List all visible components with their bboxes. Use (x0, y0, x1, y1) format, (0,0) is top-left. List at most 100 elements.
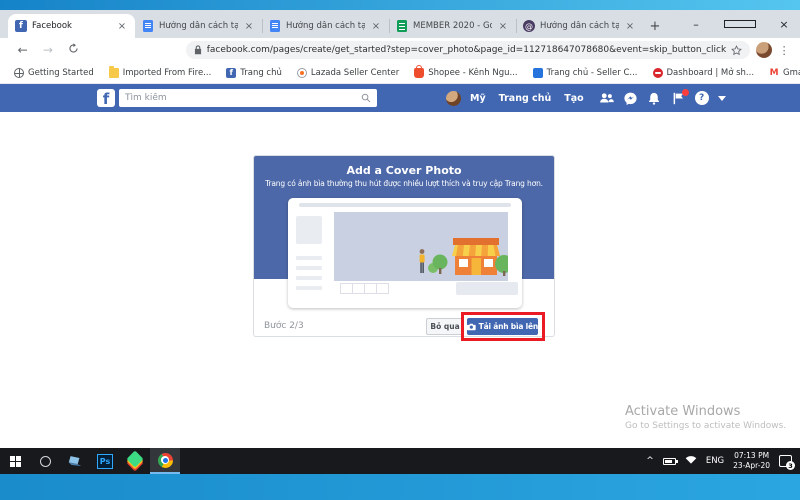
tab-label: Hướng dẫn cách tạo fanpage (286, 21, 365, 31)
tab-label: Facebook (32, 21, 111, 31)
page-preview-illustration (288, 198, 522, 308)
chrome-taskbar-icon[interactable] (150, 448, 180, 474)
dashboard-icon (653, 68, 663, 78)
bookmark-gmail[interactable]: M Gmail (769, 68, 800, 78)
bookmark-seller-center[interactable]: Trang chủ - Seller C... (533, 68, 638, 78)
profile-avatar[interactable] (446, 91, 461, 106)
cortana-icon[interactable] (30, 448, 60, 474)
add-cover-photo-dialog: Add a Cover Photo Trang có ảnh bìa thườn… (253, 155, 555, 337)
facebook-search[interactable] (119, 89, 377, 107)
tab-close-icon[interactable]: × (243, 21, 255, 32)
tab-close-icon[interactable]: × (497, 21, 509, 32)
mock-profile-placeholder (296, 216, 322, 244)
profile-name-link[interactable]: Mỹ (470, 93, 486, 104)
browser-tab-strip: f Facebook × Hướng dẫn cách tạo fanpage … (0, 10, 800, 38)
back-button[interactable]: ← (10, 43, 35, 57)
bookmark-shopee[interactable]: Shopee - Kênh Ngu... (414, 68, 517, 78)
wifi-icon[interactable] (685, 455, 697, 467)
tab-fanpage-guide-1[interactable]: Hướng dẫn cách tạo fanpage × (135, 14, 262, 38)
tab-close-icon[interactable]: × (116, 21, 128, 32)
maximize-button[interactable] (724, 20, 756, 28)
start-button[interactable] (0, 448, 30, 474)
dialog-title: Add a Cover Photo (254, 164, 554, 177)
clock-time: 07:13 PM (733, 451, 770, 461)
bookmark-dashboard[interactable]: Dashboard | Mở sh... (653, 68, 755, 78)
tab-close-icon[interactable]: × (624, 21, 636, 32)
minimize-button[interactable]: – (680, 18, 712, 31)
mock-tabs-placeholder (341, 283, 389, 294)
mock-button-placeholder (456, 282, 518, 295)
search-input[interactable] (125, 93, 361, 103)
tab-member-sheet[interactable]: MEMBER 2020 - Google Trang × (389, 14, 516, 38)
close-window-button[interactable]: × (768, 18, 800, 31)
dialog-subtitle: Trang có ảnh bìa thường thu hút được nhi… (254, 179, 554, 188)
mock-text-line (296, 266, 322, 270)
battery-icon[interactable] (663, 458, 676, 465)
photoshop-icon[interactable]: Ps (90, 448, 120, 474)
bookmark-imported[interactable]: Imported From Fire... (109, 68, 212, 78)
mock-topbar (299, 203, 511, 207)
bookmark-facebook-home[interactable]: f Trang chủ (226, 68, 282, 78)
tab-close-icon[interactable]: × (370, 21, 382, 32)
help-icon[interactable]: ? (695, 91, 709, 105)
bookmarks-bar: Getting Started Imported From Fire... f … (0, 62, 800, 84)
browser-menu-icon[interactable]: ⋮ (778, 44, 790, 57)
google-sheet-icon (396, 20, 408, 32)
browser-toolbar: ← → facebook.com/pages/create/get_starte… (0, 38, 800, 62)
mock-cover-area (334, 212, 508, 281)
create-link[interactable]: Tạo (564, 93, 583, 104)
tab-fanpage-guide-2[interactable]: Hướng dẫn cách tạo fanpage × (262, 14, 389, 38)
tab-label: Hướng dẫn cách tạo fanpage (159, 21, 238, 31)
account-caret-icon[interactable] (718, 96, 726, 101)
bluestacks-icon[interactable] (120, 448, 150, 474)
language-indicator[interactable]: ENG (706, 456, 724, 466)
screen: f Facebook × Hướng dẫn cách tạo fanpage … (0, 0, 800, 500)
frame-top-border (0, 0, 800, 10)
browser-profile-avatar[interactable] (756, 42, 772, 58)
address-bar[interactable]: facebook.com/pages/create/get_started?st… (186, 41, 751, 59)
bookmark-star-icon[interactable] (731, 45, 742, 56)
tab-label: Hướng dẫn cách tạo Fanpage (540, 21, 619, 31)
shopee-icon (414, 68, 424, 78)
mock-text-line (296, 256, 322, 260)
search-icon (361, 93, 371, 103)
skip-button[interactable]: Bỏ qua (426, 318, 464, 335)
facebook-page-content: Add a Cover Photo Trang có ảnh bìa thườn… (0, 112, 800, 448)
bookmark-getting-started[interactable]: Getting Started (14, 68, 94, 78)
folder-icon (109, 68, 119, 78)
upload-cover-button[interactable]: Tải ảnh bìa lên (467, 318, 538, 335)
tray-chevron-icon[interactable]: ^ (646, 456, 654, 466)
tab-facebook[interactable]: f Facebook × (8, 14, 135, 38)
bookmark-lazada[interactable]: Lazada Seller Center (297, 68, 399, 78)
url-text[interactable]: facebook.com/pages/create/get_started?st… (207, 45, 727, 55)
forward-button[interactable]: → (35, 43, 60, 57)
camera-icon (467, 323, 476, 331)
facebook-logo[interactable]: f (97, 89, 115, 107)
pages-feed-icon[interactable] (671, 91, 686, 106)
friend-requests-icon[interactable] (599, 91, 614, 106)
step-indicator: Bước 2/3 (264, 321, 304, 331)
new-tab-button[interactable]: + (643, 14, 667, 38)
facebook-favicon-icon: f (15, 20, 27, 32)
notifications-bell-icon[interactable] (647, 91, 662, 106)
reload-button[interactable] (60, 43, 85, 57)
notification-badge (682, 89, 689, 96)
at-circle-icon: @ (523, 20, 535, 32)
laptop-app-icon[interactable] (60, 448, 90, 474)
seller-center-icon (533, 68, 543, 78)
messenger-icon[interactable] (623, 91, 638, 106)
clock-date: 23-Apr-20 (733, 461, 770, 471)
action-center-icon[interactable]: 3 (779, 455, 792, 467)
system-tray: ^ ENG 07:13 PM 23-Apr-20 3 (646, 451, 800, 471)
activate-windows-watermark: Activate Windows Go to Settings to activ… (625, 404, 786, 431)
tab-fanpage-guide-3[interactable]: @ Hướng dẫn cách tạo Fanpage × (516, 14, 643, 38)
mock-text-line (296, 276, 322, 280)
tab-label: MEMBER 2020 - Google Trang (413, 21, 492, 31)
home-link[interactable]: Trang chủ (499, 93, 552, 104)
window-controls: – × (680, 10, 800, 38)
padlock-icon (194, 45, 202, 55)
taskbar-clock[interactable]: 07:13 PM 23-Apr-20 (733, 451, 770, 471)
google-doc-icon (269, 20, 281, 32)
facebook-navbar: f Mỹ Trang chủ Tạo (0, 84, 800, 112)
facebook-icon: f (226, 68, 236, 78)
